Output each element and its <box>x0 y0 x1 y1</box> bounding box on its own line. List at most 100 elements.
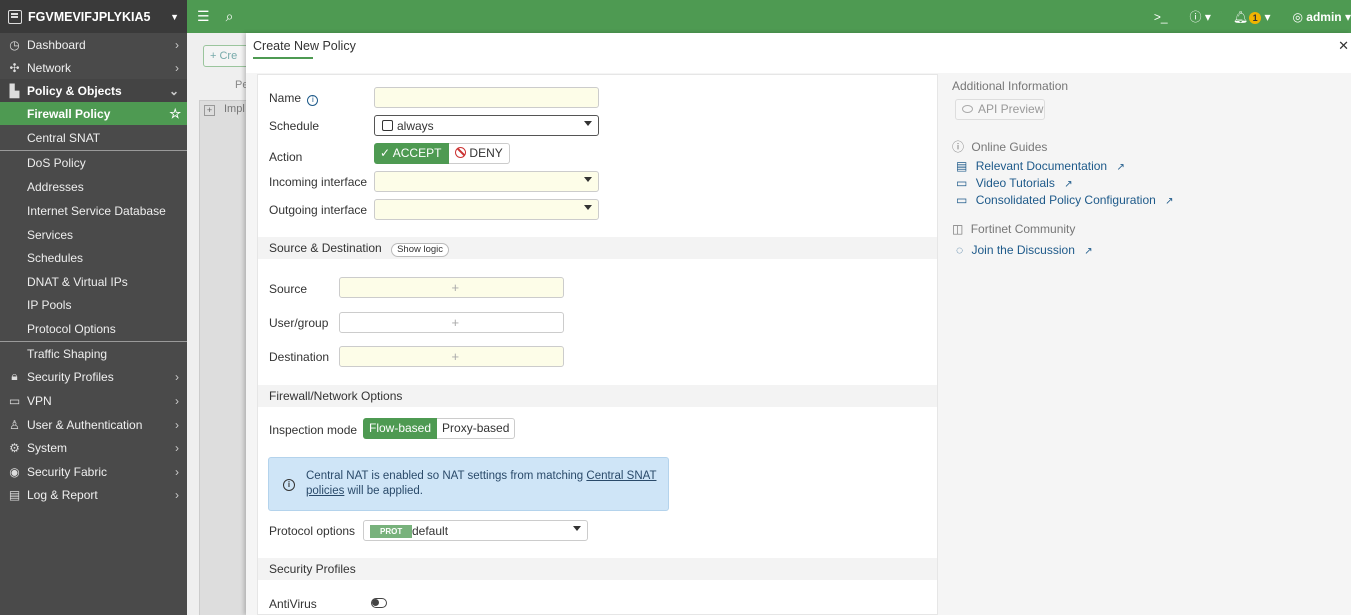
external-link-icon: ↗ <box>1165 196 1174 207</box>
schedule-select[interactable]: always <box>374 115 599 136</box>
create-policy-panel: Create New Policy ✕ Name i Schedule alwa… <box>246 33 1351 615</box>
source-input[interactable]: + <box>339 277 564 298</box>
inspection-mode-label: Inspection mode <box>269 423 358 437</box>
notifications-button[interactable]: 🔔︎ 1 ▾ <box>1233 10 1270 24</box>
sidebar-subitem-label: Schedules <box>27 250 84 265</box>
protocol-options-label: Protocol options <box>269 524 356 538</box>
section-title: Source & Destination <box>269 241 382 255</box>
chart-icon: ▤ <box>8 487 21 502</box>
sidebar-item-vpn[interactable]: ▭ VPN › <box>0 389 187 412</box>
proxy-based-button[interactable]: Proxy-based <box>437 418 516 439</box>
source-label: Source <box>269 282 308 296</box>
deny-button[interactable]: DENY <box>449 143 510 164</box>
sidebar-subitem-firewall-policy[interactable]: Firewall Policy ☆ <box>0 102 187 125</box>
protocol-options-select[interactable]: PROT default <box>363 520 588 541</box>
menu-icon[interactable]: ☰ <box>197 8 210 25</box>
sidebar-subitem-protocol-options[interactable]: Protocol Options <box>0 317 187 340</box>
community-label: Fortinet Community <box>970 222 1076 236</box>
api-preview-label: API Preview <box>978 102 1044 116</box>
sidebar-subitem-dos-policy[interactable]: DoS Policy <box>0 151 187 174</box>
sidebar-subitem-dnat-virtual-ips[interactable]: DNAT & Virtual IPs <box>0 270 187 293</box>
schedule-label: Schedule <box>269 119 320 133</box>
sidebar-item-system[interactable]: ⚙ System › <box>0 436 187 459</box>
chevron-down-icon: ⌄ <box>168 83 179 98</box>
link-label: Video Tutorials <box>975 176 1055 190</box>
name-label: Name i <box>269 91 319 106</box>
outgoing-interface-label: Outgoing interface <box>269 203 368 217</box>
background-policy-list: + Cre Pe + Impl <box>187 33 253 615</box>
device-selector[interactable]: FGVMEVIFJPLYKIA5 ▼ <box>0 0 187 33</box>
sidebar-item-label: Security Profiles <box>27 369 114 384</box>
sidebar-subitem-ip-pools[interactable]: IP Pools <box>0 293 187 316</box>
fortinet-community-heading: ◫ Fortinet Community <box>952 222 1075 236</box>
user-circle-icon: ◎ <box>1292 9 1303 24</box>
info-icon[interactable]: i <box>307 95 319 106</box>
title-underline <box>253 57 313 59</box>
sidebar-item-label: System <box>27 440 68 455</box>
sidebar-subitem-addresses[interactable]: Addresses <box>0 175 187 198</box>
speech-bubble-icon: ◌ <box>956 243 964 257</box>
action-toggle: ✓ ACCEPT DENY <box>374 143 510 164</box>
sidebar-subitem-central-snat[interactable]: Central SNAT <box>0 126 187 149</box>
search-icon[interactable]: ⌕ <box>226 8 234 25</box>
accept-button[interactable]: ✓ ACCEPT <box>374 143 450 164</box>
sidebar-item-label: Security Fabric <box>27 464 108 479</box>
name-input[interactable] <box>374 87 599 108</box>
incoming-interface-select[interactable] <box>374 171 599 192</box>
name-label-text: Name <box>269 91 302 105</box>
sidebar-item-security-fabric[interactable]: ◉ Security Fabric › <box>0 460 187 483</box>
flow-based-button[interactable]: Flow-based <box>363 418 438 439</box>
policy-form: Name i Schedule always Action ✓ ACCEPT D… <box>257 74 938 615</box>
sidebar-subitem-schedules[interactable]: Schedules <box>0 246 187 269</box>
chat-icon: ◫ <box>952 222 964 236</box>
info-icon: i <box>283 479 295 491</box>
close-icon[interactable]: ✕ <box>1338 38 1349 54</box>
consolidated-policy-link[interactable]: ▭ Consolidated Policy Configuration ↗ <box>956 193 1174 207</box>
sidebar-item-label: Policy & Objects <box>27 83 122 98</box>
join-discussion-link[interactable]: ◌ Join the Discussion ↗ <box>956 243 1093 257</box>
security-profiles-section: Security Profiles <box>258 558 937 580</box>
antivirus-toggle[interactable] <box>371 598 387 608</box>
chevron-right-icon: › <box>175 464 179 479</box>
sidebar-item-policy-objects[interactable]: ▙ Policy & Objects ⌄ <box>0 79 187 102</box>
usergroup-input[interactable]: + <box>339 312 564 333</box>
sidebar-item-log-report[interactable]: ▤ Log & Report › <box>0 483 187 506</box>
sidebar-item-dashboard[interactable]: ◷ Dashboard › <box>0 33 187 56</box>
help-icon[interactable]: ⓘ ▾ <box>1190 8 1211 25</box>
video-icon: ▭ <box>956 193 968 207</box>
sidebar-subitem-internet-service-database[interactable]: Internet Service Database <box>0 199 187 222</box>
api-preview-button[interactable]: API Preview <box>955 99 1045 120</box>
table-row[interactable]: + Impl <box>199 100 247 615</box>
destination-input[interactable]: + <box>339 346 564 367</box>
info-message: Central NAT is enabled so NAT settings f… <box>306 469 666 499</box>
video-tutorials-link[interactable]: ▭ Video Tutorials ↗ <box>956 176 1073 190</box>
sidebar-item-user-authentication[interactable]: ♙ User & Authentication › <box>0 413 187 436</box>
user-name: admin <box>1306 9 1342 24</box>
panel-header: Create New Policy ✕ <box>246 33 1351 73</box>
show-logic-button[interactable]: Show logic <box>391 243 450 257</box>
chevron-right-icon: › <box>175 393 179 408</box>
star-icon[interactable]: ☆ <box>169 106 181 122</box>
eye-icon <box>962 105 973 113</box>
cli-console-icon[interactable]: >_ <box>1154 10 1168 24</box>
chevron-right-icon: › <box>175 417 179 432</box>
sidebar-subitem-label: Addresses <box>27 179 84 194</box>
check-icon: ✓ <box>380 146 391 160</box>
sidebar-item-network[interactable]: ✣ Network › <box>0 56 187 79</box>
deny-icon <box>455 147 467 158</box>
expand-icon[interactable]: + <box>204 105 215 116</box>
usergroup-label: User/group <box>269 316 329 330</box>
sidebar-subitem-traffic-shaping[interactable]: Traffic Shaping <box>0 342 187 365</box>
action-label: Action <box>269 150 303 164</box>
caret-down-icon <box>573 526 581 531</box>
sidebar-subitem-label: Services <box>27 227 74 242</box>
online-guides-heading: ⓘ Online Guides <box>952 138 1047 155</box>
user-menu[interactable]: ◎ admin ▾ <box>1292 10 1351 24</box>
caret-down-icon <box>584 205 592 210</box>
plus-icon: + <box>451 349 460 364</box>
sidebar-subitem-label: DNAT & Virtual IPs <box>27 274 128 289</box>
outgoing-interface-select[interactable] <box>374 199 599 220</box>
sidebar-item-security-profiles[interactable]: 🔒︎ Security Profiles › <box>0 365 187 388</box>
sidebar-subitem-services[interactable]: Services <box>0 223 187 246</box>
relevant-documentation-link[interactable]: ▤ Relevant Documentation ↗ <box>956 159 1125 173</box>
